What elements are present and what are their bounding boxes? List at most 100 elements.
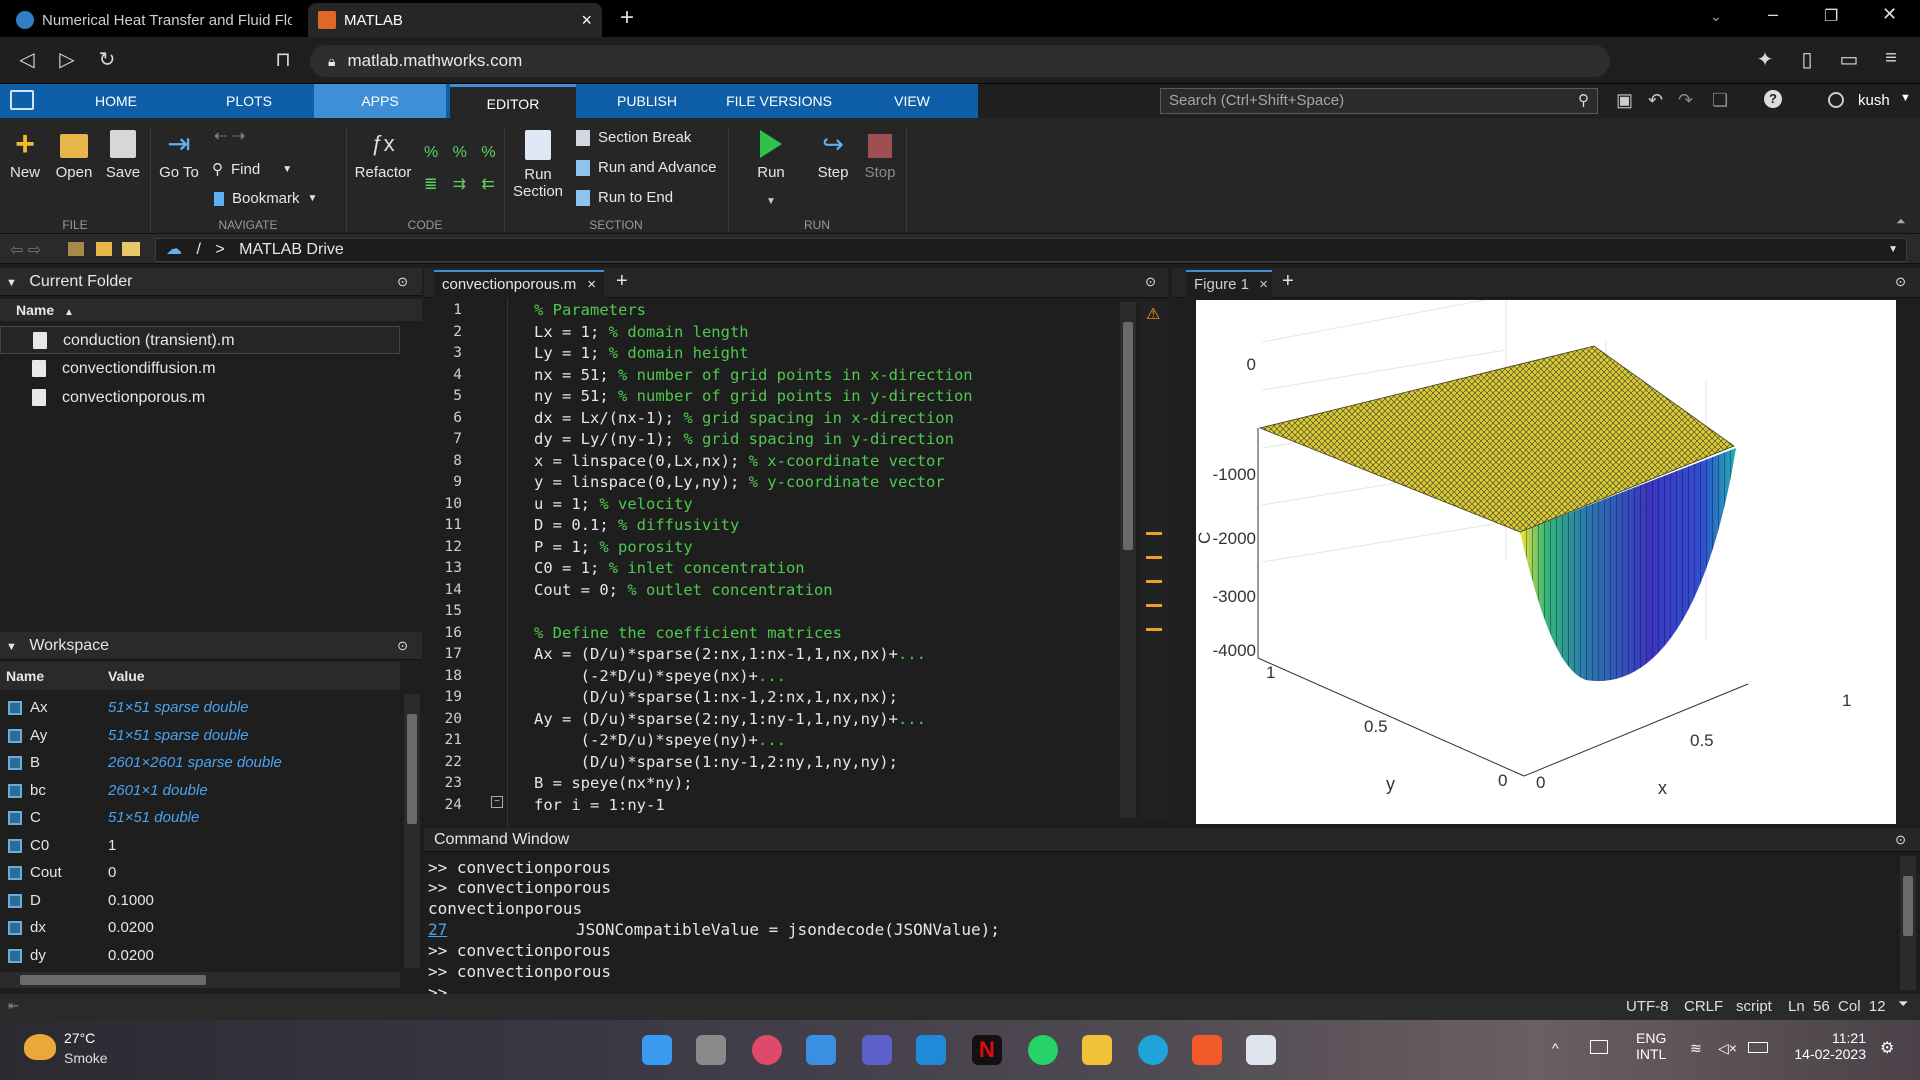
minimize-icon[interactable]: – [1768,4,1778,25]
value-column-header[interactable]: Value [108,662,145,690]
collapse-chevron-icon[interactable]: ▼ [6,641,17,653]
url-bar[interactable]: 🔒︎ matlab.mathworks.com [310,45,1610,77]
teams-icon[interactable] [862,1035,892,1065]
code-line[interactable]: C0 = 1; % inlet concentration [534,559,805,577]
window-close-icon[interactable]: ✕ [1882,4,1897,25]
back-icon[interactable]: ◁ [14,47,40,72]
close-tab-icon[interactable]: × [581,10,592,31]
run-to-end-button[interactable]: Run to End [576,189,673,206]
file-item[interactable]: conduction (transient).m [0,326,400,354]
figure-tab-1[interactable]: Figure 1 × [1186,270,1272,298]
code-line[interactable]: y = linspace(0,Ly,ny); % y-coordinate ve… [534,473,945,491]
edge-icon[interactable] [1138,1035,1168,1065]
variable-value[interactable]: 51×51 sparse double [108,694,249,722]
extensions-icon[interactable]: ✦ [1752,47,1778,72]
tab-file-versions[interactable]: FILE VERSIONS [718,84,840,118]
music-icon[interactable] [752,1035,782,1065]
user-menu-chevron-icon[interactable]: ▼ [1900,92,1911,104]
sidebar-icon[interactable]: ▯ [1794,47,1820,72]
matlab-desktop-icon[interactable] [10,90,34,110]
code-line[interactable]: % Define the coefficient matrices [534,624,842,642]
stop-button[interactable]: Stop [860,130,900,181]
new-editor-tab-icon[interactable]: + [616,270,628,293]
up-folder-icon[interactable] [68,242,84,256]
wallet-icon[interactable]: ▭ [1836,47,1862,72]
browse-folder-icon[interactable] [96,242,112,256]
workspace-variable-row[interactable]: C 51×51 double [0,804,400,832]
collapse-ribbon-icon[interactable]: ⏶ [1896,214,1906,229]
battery-icon[interactable] [1748,1042,1768,1053]
workspace-variable-row[interactable]: Cout 0 [0,859,400,887]
status-expand-icon[interactable]: ⏷ [1898,996,1908,1012]
wrap-comment-icon[interactable]: % [481,144,504,168]
warning-marker[interactable] [1146,580,1162,583]
workspace-vertical-scrollbar[interactable] [404,694,420,968]
snipping-tool-icon[interactable] [1246,1035,1276,1065]
open-button[interactable]: Open [52,130,96,181]
weather-temperature[interactable]: 27°C [64,1030,95,1046]
menu-icon[interactable]: ≡ [1878,47,1904,70]
warning-icon[interactable]: ⚠ [1146,304,1160,324]
name-column-header[interactable]: Name [6,662,44,690]
tab-publish[interactable]: PUBLISH [596,84,698,118]
code-line[interactable]: Lx = 1; % domain length [534,323,749,341]
user-icon[interactable] [1828,92,1844,108]
code-line[interactable]: Ax = (D/u)*sparse(2:nx,1:nx-1,1,nx,nx)+.… [534,645,926,663]
scroll-thumb[interactable] [1123,322,1133,550]
run-options-chevron-icon[interactable]: ▼ [766,196,776,207]
code-line[interactable]: Ay = (D/u)*sparse(2:ny,1:ny-1,1,ny,ny)+.… [534,710,926,728]
language-indicator[interactable]: ENG INTL [1636,1030,1666,1062]
code-line[interactable]: (D/u)*sparse(1:ny-1,2:ny,1,ny,ny); [534,753,898,771]
forward-icon[interactable]: ▷ [54,47,80,72]
code-line[interactable]: u = 1; % velocity [534,495,693,513]
mail-icon[interactable] [806,1035,836,1065]
code-line[interactable]: (-2*D/u)*speye(nx)+... [534,667,786,685]
scroll-thumb[interactable] [20,975,206,985]
variable-value[interactable]: 51×51 double [108,804,199,832]
current-path-field[interactable]: ☁ / > MATLAB Drive ▼ [155,238,1907,262]
variable-value[interactable]: 2601×1 double [108,777,208,805]
editor-vertical-scrollbar[interactable] [1120,302,1136,818]
scroll-thumb[interactable] [407,714,417,824]
workspace-variable-row[interactable]: bc 2601×1 double [0,777,400,805]
notifications-icon[interactable]: ⚙ [1880,1038,1894,1058]
netflix-icon[interactable]: N [972,1035,1002,1065]
close-tab-icon[interactable]: × [587,272,596,298]
help-icon[interactable]: ? [1764,90,1782,108]
workspace-variable-row[interactable]: dy 0.0200 [0,942,400,970]
weather-condition[interactable]: Smoke [64,1050,108,1066]
task-view-icon[interactable] [696,1035,726,1065]
new-tab-button[interactable]: + [620,4,634,32]
bookmark-button[interactable]: Bookmark ▼ [214,190,317,207]
wifi-icon[interactable]: ≋ [1690,1040,1702,1057]
run-button[interactable]: Run [750,130,792,181]
tab-search-icon[interactable]: ⌄ [1710,8,1722,25]
clock[interactable]: 11:21 14-02-2023 [1790,1030,1866,1062]
surface-plot[interactable]: 0 -1000 -2000 -3000 -4000 C 1 0.5 0 y 0 … [1196,300,1896,824]
tab-home[interactable]: HOME [70,84,162,118]
undo-icon[interactable]: ↶ [1648,90,1663,111]
tab-plots[interactable]: PLOTS [200,84,298,118]
redo-icon[interactable]: ↷ [1678,90,1693,111]
workspace-variable-row[interactable]: B 2601×2601 sparse double [0,749,400,777]
figure-actions-icon[interactable]: ⊙ [1895,274,1906,290]
save-button[interactable]: Save [102,130,144,181]
bookmark-icon[interactable]: ⊓ [270,47,296,72]
variable-value[interactable]: 51×51 sparse double [108,722,249,750]
start-icon[interactable] [642,1035,672,1065]
windows-icon[interactable]: ❏ [1712,90,1728,111]
editor-actions-icon[interactable]: ⊙ [1145,274,1156,290]
close-tab-icon[interactable]: × [1259,272,1268,298]
weather-icon[interactable] [24,1034,56,1060]
name-column-header[interactable]: Name [16,302,54,318]
command-window[interactable] [424,828,1920,994]
workspace-horizontal-scrollbar[interactable] [0,972,400,988]
workspace-variable-row[interactable]: D 0.1000 [0,887,400,915]
file-item[interactable]: convectionporous.m [0,384,400,412]
code-line[interactable]: P = 1; % porosity [534,538,693,556]
new-figure-tab-icon[interactable]: + [1282,270,1294,293]
run-section-button[interactable]: Run Section [512,130,564,200]
workspace-variable-row[interactable]: dx 0.0200 [0,914,400,942]
code-line[interactable]: ny = 51; % number of grid points in y-di… [534,387,973,405]
code-line[interactable]: % Parameters [534,301,646,319]
